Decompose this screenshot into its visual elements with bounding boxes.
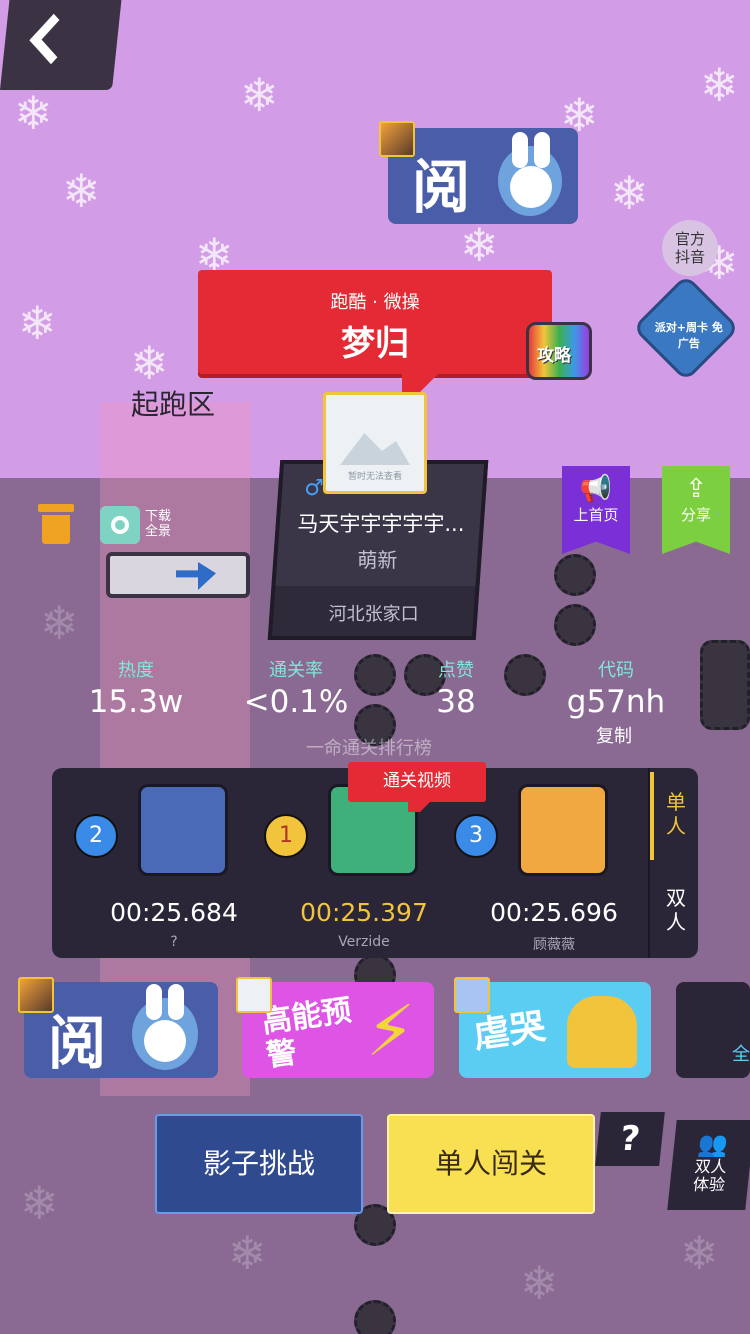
rank-time: 00:25.397	[300, 898, 428, 927]
image-placeholder-icon	[340, 433, 410, 465]
download-panorama-label[interactable]: 下载 全景	[145, 509, 171, 539]
creator-avatar	[18, 977, 54, 1013]
banner-pointer	[402, 374, 438, 392]
official-label-line1: 官方	[674, 230, 705, 248]
promo-text: 派对+周卡 免广告	[654, 321, 723, 351]
rank-time: 00:25.684	[110, 898, 238, 927]
snowflake-icon: ❄	[240, 68, 279, 122]
to-home-label: 上首页	[573, 506, 619, 524]
clear-video-tag[interactable]: 通关视频	[348, 762, 486, 812]
trash-button[interactable]	[38, 504, 74, 544]
spike-obstacle	[554, 554, 596, 596]
snowflake-icon: ❄	[460, 218, 499, 272]
bunny-mascot-icon	[498, 132, 562, 216]
snowflake-icon: ❄	[20, 1176, 59, 1230]
stat-heat: 热度 15.3w	[88, 660, 184, 720]
creator-avatar	[236, 977, 272, 1013]
snowflake-icon: ❄	[228, 1226, 267, 1280]
bunny-mascot-icon	[132, 984, 198, 1070]
player-avatar	[138, 784, 228, 876]
snowflake-icon: ❄	[18, 296, 57, 350]
copy-code-button[interactable]: 复制	[596, 722, 632, 748]
two-people-icon: 👥	[696, 1130, 730, 1158]
share-label: 分享	[680, 506, 711, 524]
start-platform	[106, 552, 250, 598]
author-name: 马天宇宇宇宇宇...	[297, 512, 465, 536]
creator-avatar	[454, 977, 490, 1013]
snowflake-icon: ❄	[700, 58, 739, 112]
official-label-line2: 抖音	[674, 248, 705, 266]
stat-code: 代码 g57nh	[566, 660, 666, 720]
camera-icon	[111, 516, 129, 534]
share-icon: ⇪	[685, 474, 707, 504]
share-button[interactable]: ⇪ 分享	[662, 466, 730, 554]
snowflake-icon: ❄	[680, 1226, 719, 1280]
rank-badge: 1	[264, 814, 308, 858]
spike-obstacle	[354, 1300, 396, 1334]
help-button[interactable]: ?	[595, 1112, 665, 1166]
rank-time: 00:25.696	[490, 898, 618, 927]
start-zone-label: 起跑区	[131, 388, 216, 421]
stat-clear-rate: 通关率 <0.1%	[243, 660, 349, 720]
level-title: 梦归	[341, 324, 409, 364]
leaderboard-entry[interactable]: 3 00:25.696 顾薇薇	[454, 784, 624, 954]
tab-single[interactable]: 单人	[658, 790, 694, 838]
leaderboard-entry[interactable]: 2 00:25.684 ?	[74, 784, 244, 954]
arrow-right-icon	[176, 562, 216, 590]
author-level: 萌新	[357, 548, 398, 572]
snowflake-icon: ❄	[14, 86, 53, 140]
card-char: 阅	[412, 153, 471, 221]
snowflake-icon: ❄	[610, 166, 649, 220]
official-douyin-button[interactable]: 官方 抖音	[662, 220, 718, 276]
to-home-button[interactable]: 📢 上首页	[562, 466, 630, 554]
download-panorama-button[interactable]	[100, 506, 140, 544]
guide-tv-button[interactable]: 攻略	[526, 322, 592, 380]
male-gender-icon: ♂	[304, 476, 325, 501]
level-thumbnail[interactable]: 暂时无法查看	[323, 392, 427, 494]
thumbnail-placeholder-text: 暂时无法查看	[347, 472, 402, 482]
rank-player: ?	[170, 934, 178, 950]
snowflake-icon: ❄	[40, 596, 79, 650]
author-location: 河北张家口	[328, 604, 419, 625]
solo-play-button[interactable]: 单人闯关	[387, 1114, 595, 1214]
guide-label: 攻略	[537, 346, 571, 366]
duo-trial-button[interactable]: 👥 双人 体验	[667, 1120, 750, 1210]
back-button[interactable]	[0, 0, 122, 90]
trash-icon	[38, 504, 74, 512]
snowflake-icon: ❄	[62, 164, 101, 218]
stat-likes: 点赞 38	[436, 660, 476, 720]
creator-avatar	[379, 121, 415, 157]
tab-double[interactable]: 双人	[658, 886, 694, 934]
tab-indicator	[650, 772, 654, 860]
crying-chick-icon	[567, 996, 637, 1068]
snowflake-icon: ❄	[130, 336, 169, 390]
spike-obstacle	[554, 604, 596, 646]
rank-badge: 2	[74, 814, 118, 858]
chevron-left-icon	[29, 13, 76, 65]
player-avatar	[518, 784, 608, 876]
lightning-icon: ⚡	[366, 990, 416, 1072]
rank-player: Verzide	[338, 934, 390, 950]
recommend-card[interactable]: 全	[676, 982, 750, 1078]
rank-player: 顾薇薇	[533, 937, 575, 953]
level-tags: 跑酷 · 微操	[330, 292, 420, 313]
rank-badge: 3	[454, 814, 498, 858]
top-level-card[interactable]: 阅	[388, 128, 578, 224]
spike-obstacle	[700, 640, 750, 730]
snowflake-icon: ❄	[520, 1256, 559, 1310]
level-title-banner: 跑酷 · 微操 梦归	[198, 270, 552, 392]
shadow-challenge-button[interactable]: 影子挑战	[155, 1114, 363, 1214]
leaderboard-title: 一命通关排行榜	[306, 738, 432, 759]
megaphone-icon: 📢	[579, 474, 613, 504]
